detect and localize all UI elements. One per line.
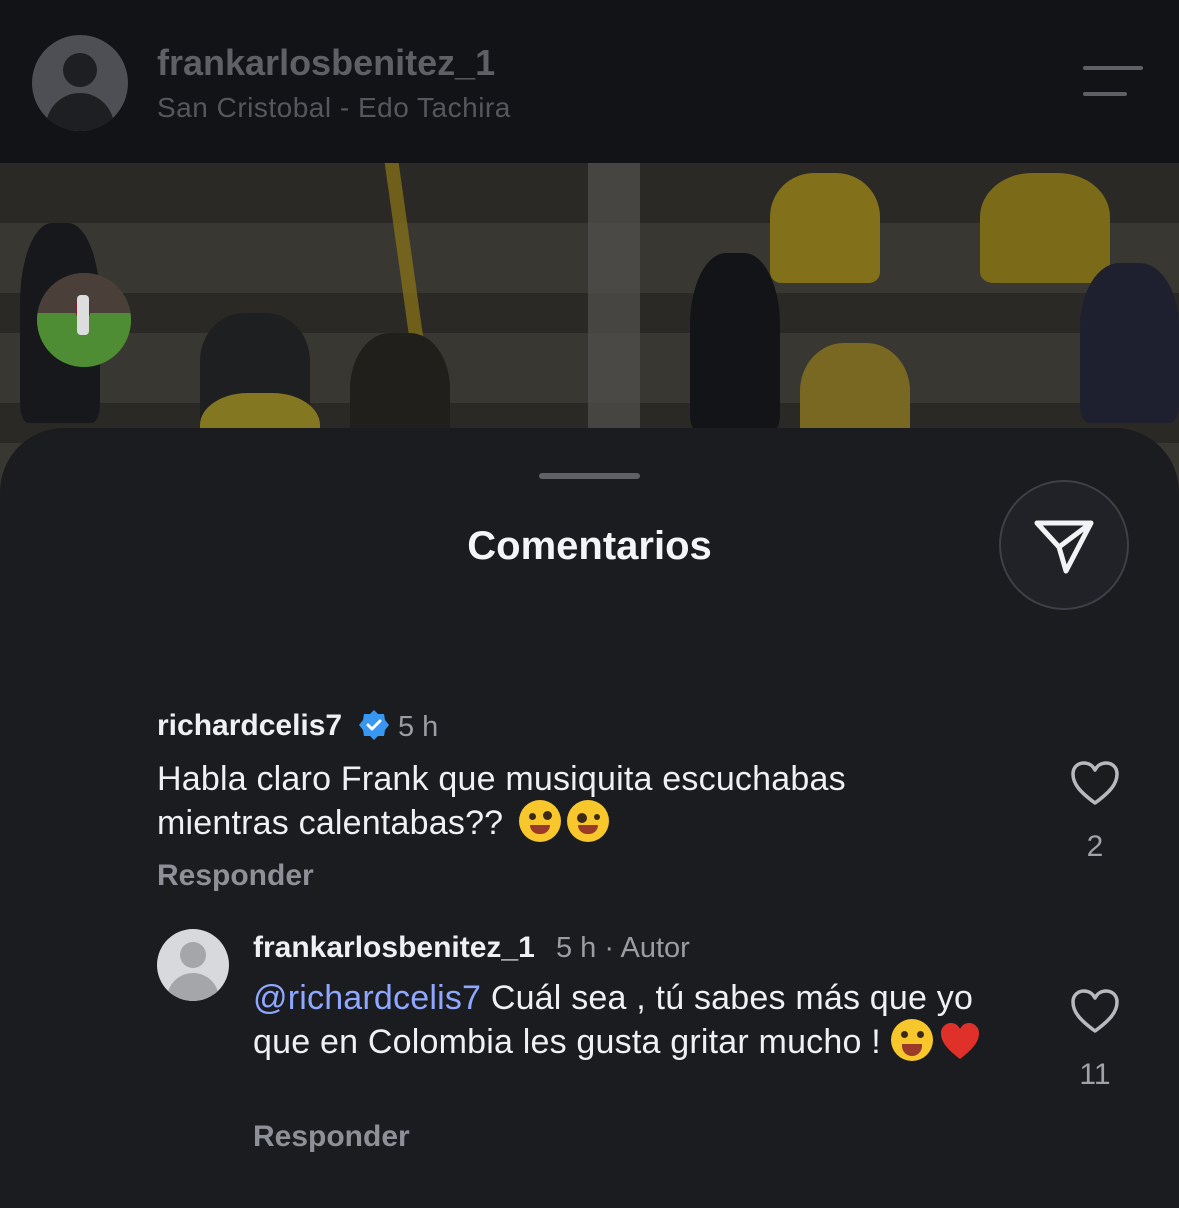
comment-time: 5 h bbox=[398, 711, 439, 743]
comment-body: Habla claro Frank que musiquita escuchab… bbox=[157, 760, 846, 842]
reply-username[interactable]: frankarlosbenitez_1 bbox=[253, 931, 535, 965]
sheet-drag-handle[interactable] bbox=[539, 473, 640, 479]
post-header: frankarlosbenitez_1 San Cristobal - Edo … bbox=[0, 0, 1179, 163]
header-username[interactable]: frankarlosbenitez_1 bbox=[157, 42, 495, 84]
commenter-avatar[interactable] bbox=[37, 273, 131, 367]
heart-icon[interactable] bbox=[1070, 760, 1120, 806]
default-avatar-icon[interactable] bbox=[157, 929, 229, 1001]
header-location[interactable]: San Cristobal - Edo Tachira bbox=[157, 92, 511, 124]
mention-link[interactable]: @richardcelis7 bbox=[253, 979, 481, 1017]
tears-of-joy-emoji bbox=[890, 1019, 933, 1061]
verified-badge-icon bbox=[359, 710, 389, 740]
send-icon[interactable] bbox=[999, 480, 1129, 610]
red-heart-emoji bbox=[940, 1023, 979, 1059]
comment-username[interactable]: richardcelis7 bbox=[157, 709, 342, 743]
winking-tongue-emoji bbox=[518, 800, 561, 842]
comment-text: Habla claro Frank que musiquita escuchab… bbox=[157, 758, 977, 844]
default-avatar-icon[interactable] bbox=[32, 35, 128, 131]
hamburger-menu-icon[interactable] bbox=[1083, 66, 1143, 98]
reply-time: 5 h · Autor bbox=[556, 932, 690, 964]
zany-face-emoji bbox=[566, 800, 609, 842]
like-count: 11 bbox=[1079, 1058, 1111, 1091]
author-tag: · Autor bbox=[604, 932, 690, 964]
like-count: 2 bbox=[1086, 830, 1104, 863]
heart-icon[interactable] bbox=[1070, 988, 1120, 1034]
reply-button[interactable]: Responder bbox=[253, 1120, 410, 1154]
reply-button[interactable]: Responder bbox=[157, 859, 314, 893]
reply-text: @richardcelis7 Cuál sea , tú sabes más q… bbox=[253, 977, 1033, 1063]
